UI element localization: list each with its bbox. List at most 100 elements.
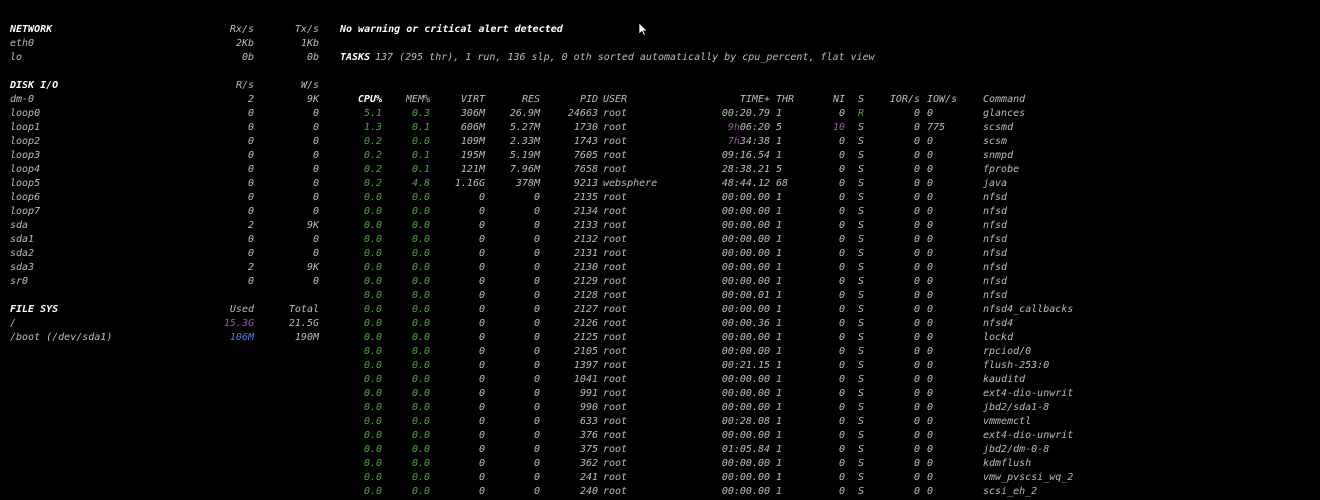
command: nfsd <box>983 276 1008 287</box>
pid: 2129 <box>573 276 598 287</box>
process-row[interactable]: 0.0 0.0 0 0 2135 root 00:00.00 1 0 S 0 0 nfsd <box>0 191 1320 205</box>
mem-percent: 0.0 <box>411 346 430 357</box>
command: rpciod/0 <box>983 346 1032 357</box>
process-row[interactable]: 0.0 0.0 0 0 991 root 00:00.00 1 0 S 0 0 ext4-dio-unw… <box>0 387 1320 401</box>
io-read-rate: 0 <box>913 486 920 497</box>
res-mem: 0 <box>533 388 540 399</box>
column-header-res[interactable]: RES <box>495 93 540 107</box>
column-header-time[interactable]: TIME+ <box>700 93 770 107</box>
pid: 7605 <box>573 150 598 161</box>
user: root <box>603 276 628 287</box>
process-row[interactable]: 0.0 0.0 0 0 362 root 00:00.00 1 0 S 0 0 kdmflush <box>0 457 1320 471</box>
column-header-virt[interactable]: VIRT <box>440 93 485 107</box>
process-row[interactable]: 0.2 0.1 121M 7.96M 7658 root 28:38.21 5 0 S 0 0 fpro… <box>0 163 1320 177</box>
process-row[interactable]: 0.2 0.1 195M 5.19M 7605 root 09:16.54 1 0 S 0 0 snmp… <box>0 149 1320 163</box>
state: S <box>858 374 865 385</box>
state: S <box>858 164 865 175</box>
res-mem: 5.27M <box>509 122 540 133</box>
process-row[interactable]: 0.0 0.0 0 0 990 root 00:00.00 1 0 S 0 0 jbd2/sda1-8 <box>0 401 1320 415</box>
cpu-time-value: 00:00.00 <box>721 234 770 245</box>
virt-mem: 0 <box>478 346 485 357</box>
user: root <box>603 402 628 413</box>
mem-percent: 0.0 <box>411 388 430 399</box>
user: root <box>603 122 628 133</box>
mem-percent: 0.1 <box>411 164 430 175</box>
nice-value: 0 <box>838 136 845 147</box>
process-row[interactable]: 0.0 0.0 0 0 375 root 01:05.84 1 0 S 0 0 jbd2/dm-0-8 <box>0 443 1320 457</box>
cpu-time-value: 00:00.00 <box>721 458 770 469</box>
process-row[interactable]: 0.0 0.0 0 0 2105 root 00:00.00 1 0 S 0 0 rpciod/0 <box>0 345 1320 359</box>
diskio-header: DISK I/O R/s W/s <box>0 79 1320 93</box>
pid: 2134 <box>573 206 598 217</box>
column-header-thr[interactable]: THR <box>776 93 794 107</box>
process-row[interactable]: 0.0 0.0 0 0 241 root 00:00.00 1 0 S 0 0 vmw_pvscsi_w… <box>0 471 1320 485</box>
cpu-percent: 0.0 <box>363 206 382 217</box>
user: root <box>603 444 628 455</box>
process-row[interactable]: 0.0 0.0 0 0 2129 root 00:00.00 1 0 S 0 0 nfsd <box>0 275 1320 289</box>
io-read-rate: 0 <box>913 458 920 469</box>
res-mem: 7.96M <box>509 164 540 175</box>
nice-value: 0 <box>838 276 845 287</box>
state: R <box>858 108 865 119</box>
thread-count: 1 <box>776 276 783 287</box>
process-row[interactable]: 1.3 0.1 606M 5.27M 1730 root 9h06:20 5 10 S 0 775 sc… <box>0 121 1320 135</box>
process-row[interactable]: 0.0 0.0 0 0 2125 root 00:00.00 1 0 S 0 0 lockd <box>0 331 1320 345</box>
cpu-time-value: 48:44.12 <box>721 178 770 189</box>
cpu-time-hours: 9h <box>727 122 740 133</box>
process-row[interactable]: 0.0 0.0 0 0 376 root 00:00.00 1 0 S 0 0 ext4-dio-unw… <box>0 429 1320 443</box>
process-row[interactable]: 0.0 0.0 0 0 2126 root 00:00.36 1 0 S 0 0 nfsd4 <box>0 317 1320 331</box>
cpu-time-value: 00:28.08 <box>721 416 770 427</box>
io-read-rate: 0 <box>913 262 920 273</box>
state: S <box>858 332 865 343</box>
process-row[interactable]: 0.0 0.0 0 0 2132 root 00:00.00 1 0 S 0 0 nfsd <box>0 233 1320 247</box>
column-header-iow[interactable]: IOW/s <box>927 93 957 107</box>
thread-count: 1 <box>776 486 783 497</box>
io-read-rate: 0 <box>913 276 920 287</box>
process-row[interactable]: 0.2 4.8 1.16G 378M 9213 websphere 48:44.12 68 0 S… <box>0 177 1320 191</box>
command: flush-253:0 <box>983 360 1050 371</box>
column-header-user[interactable]: USER <box>603 93 627 107</box>
virt-mem: 606M <box>460 122 485 133</box>
cpu-percent: 0.0 <box>363 444 382 455</box>
nice-value: 0 <box>838 164 845 175</box>
column-header-s[interactable]: S <box>858 93 864 107</box>
res-mem: 0 <box>533 360 540 371</box>
res-mem: 378M <box>515 178 540 189</box>
process-row[interactable]: 0.0 0.0 0 0 1397 root 00:21.15 1 0 S 0 0 flush-253:0 <box>0 359 1320 373</box>
column-header-command[interactable]: Command <box>983 93 1025 107</box>
command: scsi_eh_2 <box>983 486 1038 497</box>
process-row[interactable]: 0.0 0.0 0 0 240 root 00:00.00 1 0 S 0 0 scsi_eh_2 <box>0 485 1320 499</box>
process-row[interactable]: 0.2 0.0 109M 2.33M 1743 root 7h34:38 1 0 S 0 0 scsm <box>0 135 1320 149</box>
process-row[interactable]: 0.0 0.0 0 0 1041 root 00:00.00 1 0 S 0 0 kauditd <box>0 373 1320 387</box>
column-header-ior[interactable]: IOR/s <box>880 93 920 107</box>
io-write-rate: 0 <box>927 248 934 259</box>
io-read-rate: 0 <box>913 164 920 175</box>
io-read-rate: 0 <box>913 150 920 161</box>
io-write-rate: 0 <box>927 458 934 469</box>
state: S <box>858 346 865 357</box>
io-read-rate: 0 <box>913 234 920 245</box>
column-header-pid[interactable]: PID <box>552 93 598 107</box>
process-row[interactable]: 0.0 0.0 0 0 2131 root 00:00.00 1 0 S 0 0 nfsd <box>0 247 1320 261</box>
cpu-time-value: 00:00.00 <box>721 346 770 357</box>
column-header-cpu[interactable]: CPU% <box>340 93 382 107</box>
process-row[interactable]: 0.0 0.0 0 0 2133 root 00:00.00 1 0 S 0 0 nfsd <box>0 219 1320 233</box>
mem-percent: 0.0 <box>411 234 430 245</box>
command: nfsd <box>983 248 1008 259</box>
process-row[interactable]: 0.0 0.0 0 0 633 root 00:28.08 1 0 S 0 0 vmmemctl <box>0 415 1320 429</box>
res-mem: 2.33M <box>509 136 540 147</box>
column-header-mem[interactable]: MEM% <box>388 93 430 107</box>
alert-line: No warning or critical alert detected <box>0 23 1320 37</box>
process-row[interactable]: 0.0 0.0 0 0 2130 root 00:00.00 1 0 S 0 0 nfsd <box>0 261 1320 275</box>
io-write-rate: 0 <box>927 374 934 385</box>
virt-mem: 0 <box>478 234 485 245</box>
process-row[interactable]: 0.0 0.0 0 0 2128 root 00:00.01 1 0 S 0 0 nfsd <box>0 289 1320 303</box>
process-row[interactable]: 0.0 0.0 0 0 2134 root 00:00.00 1 0 S 0 0 nfsd <box>0 205 1320 219</box>
nice-value: 0 <box>838 416 845 427</box>
column-header-ni[interactable]: NI <box>820 93 845 107</box>
pid: 2128 <box>573 290 598 301</box>
process-row[interactable]: 5.1 0.3 306M 26.9M 24663 root 00:20.79 1 0 R 0 0 gla… <box>0 107 1320 121</box>
io-read-rate: 0 <box>913 136 920 147</box>
process-row[interactable]: 0.0 0.0 0 0 2127 root 00:00.00 1 0 S 0 0 nfsd4_callb… <box>0 303 1320 317</box>
tasks-label: TASKS <box>340 52 371 63</box>
